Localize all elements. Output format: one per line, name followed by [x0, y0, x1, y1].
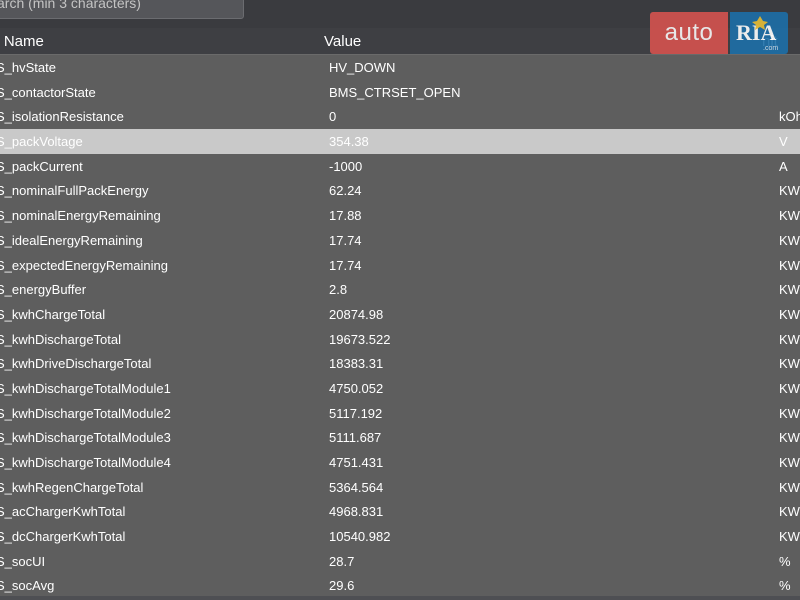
table-row[interactable]: S_kwhDischargeTotal 19673.522 KW — [0, 327, 800, 352]
search-box[interactable] — [0, 0, 244, 19]
signal-value-cell: 17.74 — [329, 257, 362, 273]
signal-unit-cell: % — [779, 578, 791, 594]
watermark-ria-logo: RIA .com — [730, 12, 788, 54]
ria-domain-text: .com — [763, 45, 778, 52]
signal-unit-cell: KW — [779, 380, 800, 396]
signal-name-cell: S_socUI — [0, 553, 46, 569]
signal-value-cell: 5111.687 — [329, 430, 382, 446]
table-row[interactable]: S_kwhDriveDischargeTotal 18383.31 KW — [0, 351, 800, 376]
signal-name-cell: S_contactorState — [0, 84, 96, 100]
table-row[interactable]: S_expectedEnergyRemaining 17.74 KW — [0, 253, 800, 278]
signal-value-cell: 18383.31 — [329, 356, 384, 372]
table-row[interactable]: S_nominalEnergyRemaining 17.88 KW — [0, 203, 800, 228]
signal-unit-cell: % — [779, 553, 791, 569]
signal-name-cell: S_kwhDischargeTotal — [0, 331, 122, 347]
autoria-watermark: auto RIA .com — [650, 12, 788, 54]
signal-name-cell: S_kwhDischargeTotalModule4 — [0, 455, 171, 470]
signal-unit-cell: KW — [779, 430, 800, 446]
signal-name-cell: S_packVoltage — [0, 134, 83, 150]
signal-unit-cell: V — [779, 134, 788, 150]
signal-name-cell: S_nominalFullPackEnergy — [0, 183, 149, 199]
signal-unit-cell: KW — [779, 405, 800, 421]
signal-value-cell: 5117.192 — [329, 405, 383, 421]
signal-name-cell: S_nominalEnergyRemaining — [0, 208, 161, 224]
signal-value-cell: 4750.052 — [329, 380, 384, 396]
signal-value-cell: 2.8 — [329, 282, 348, 298]
signal-value-cell: 28.7 — [329, 553, 355, 569]
signal-value-cell: 5364.564 — [329, 479, 384, 495]
signal-unit-cell: KW — [779, 306, 800, 322]
table-row[interactable]: S_acChargerKwhTotal 4968.831 KW — [0, 499, 800, 524]
table-row[interactable]: S_hvState HV_DOWN — [0, 55, 800, 80]
signal-value-cell: 4968.831 — [329, 504, 384, 520]
signal-name-cell: S_kwhDischargeTotalModule2 — [0, 405, 171, 421]
signal-value-cell: HV_DOWN — [329, 60, 396, 75]
table-row[interactable]: S_kwhChargeTotal 20874.98 KW — [0, 302, 800, 327]
signal-unit-cell: KW — [779, 331, 800, 347]
signal-unit-cell: KW — [779, 282, 800, 298]
signal-name-cell: S_kwhRegenChargeTotal — [0, 479, 144, 495]
table-row[interactable]: S_idealEnergyRemaining 17.74 KW — [0, 228, 800, 253]
table-row[interactable]: S_nominalFullPackEnergy 62.24 KW — [0, 178, 800, 203]
signals-table-body: S_hvState HV_DOWN S_contactorState BMS_CTRS… — [0, 55, 800, 598]
signal-name-cell: S_socAvg — [0, 578, 55, 594]
signal-value-cell: 17.88 — [329, 208, 362, 224]
table-row[interactable]: S_kwhRegenChargeTotal 5364.564 KW — [0, 475, 800, 500]
signal-value-cell: 20874.98 — [329, 306, 384, 322]
signal-unit-cell: KW — [779, 455, 800, 470]
signal-value-cell: 17.74 — [329, 232, 362, 248]
signal-value-cell: 19673.522 — [329, 331, 391, 347]
signal-value-cell: 0 — [329, 109, 337, 125]
signal-unit-cell: A — [779, 158, 788, 174]
signal-unit-cell: kOh — [779, 109, 800, 125]
signals-page: al Name Value nit S_hvStateHV_DOWNS_cont… — [0, 0, 800, 600]
signal-value-cell: 354.38 — [329, 134, 369, 150]
table-row[interactable]: S_contactorState BMS_CTRSET_OPEN — [0, 80, 800, 105]
signal-name-cell: S_kwhDriveDischargeTotal — [0, 356, 152, 372]
table-bottom-edge — [0, 596, 800, 600]
signal-value-cell: 10540.982 — [329, 529, 391, 545]
signal-name-cell: S_expectedEnergyRemaining — [0, 257, 168, 273]
signal-name-cell: S_packCurrent — [0, 158, 83, 174]
signal-name-cell: S_dcChargerKwhTotal — [0, 529, 126, 545]
signal-value-cell: 62.24 — [329, 183, 362, 199]
signal-unit-cell: KW — [779, 356, 800, 372]
signal-name-cell: S_kwhChargeTotal — [0, 306, 106, 322]
signal-unit-cell: KW — [779, 257, 800, 273]
signal-unit-cell: KW — [779, 479, 800, 495]
watermark-auto-logo: auto — [650, 12, 728, 54]
table-row[interactable]: S_packVoltage 354.38 V — [0, 129, 800, 154]
signal-value-cell: -1000 — [329, 158, 363, 174]
ria-logo-icon: RIA .com — [736, 16, 778, 52]
signal-unit-cell: KW — [779, 529, 800, 545]
signal-unit-cell: KW — [779, 504, 800, 520]
signal-name-cell: S_energyBuffer — [0, 282, 87, 298]
signal-unit-cell: KW — [779, 232, 800, 248]
signal-name-cell: S_kwhDischargeTotalModule3 — [0, 430, 171, 446]
signal-name-cell: S_kwhDischargeTotalModule1 — [0, 380, 171, 396]
signal-unit-cell: KW — [779, 208, 800, 224]
table-row[interactable]: S_socUI 28.7% — [0, 549, 800, 574]
signal-name-cell: S_acChargerKwhTotal — [0, 504, 126, 520]
search-input[interactable] — [0, 0, 237, 12]
signal-value-cell: BMS_CTRSET_OPEN — [329, 84, 461, 100]
table-row[interactable]: S_packCurrent -1000 A — [0, 154, 800, 179]
table-row[interactable]: S_socAvg 29.6% — [0, 573, 800, 598]
table-row[interactable]: S_kwhDischargeTotalModule2 5117.192 KW — [0, 401, 800, 426]
table-row[interactable]: S_kwhDischargeTotalModule4 4751.431 KW — [0, 450, 800, 475]
table-row[interactable]: S_isolationResistance 0 kOh — [0, 104, 800, 129]
table-row[interactable]: S_energyBuffer 2.8 KW — [0, 277, 800, 302]
signal-value-cell: 29.6 — [329, 578, 355, 594]
column-header-value[interactable]: Value — [324, 33, 361, 50]
signal-value-cell: 4751.431 — [329, 455, 384, 470]
signal-name-cell: S_idealEnergyRemaining — [0, 232, 143, 248]
column-header-name[interactable]: al Name — [0, 33, 44, 50]
table-row[interactable]: S_kwhDischargeTotalModule1 4750.052 KW — [0, 376, 800, 401]
signal-unit-cell: KW — [779, 183, 800, 199]
signal-name-cell: S_isolationResistance — [0, 109, 124, 125]
table-row[interactable]: S_kwhDischargeTotalModule3 5111.687 KW — [0, 425, 800, 450]
signal-name-cell: S_hvState — [0, 60, 56, 75]
table-row[interactable]: S_dcChargerKwhTotal 10540.982 KW — [0, 524, 800, 549]
